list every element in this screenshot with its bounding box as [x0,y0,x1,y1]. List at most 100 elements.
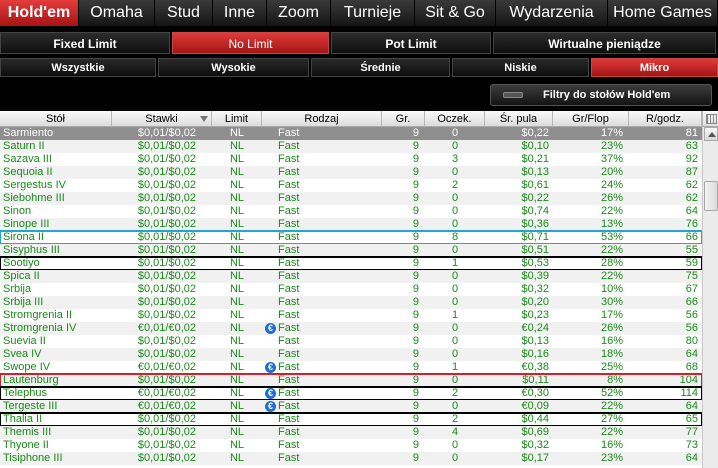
table-row[interactable]: Sarmiento $0,01/$0,02 NL Fast 9 0 $0,22 17% 81 [0,127,702,140]
row-players-flop-text: 16% [600,335,623,347]
row-type: Fast [262,348,382,361]
scroll-up-icon[interactable] [704,127,718,141]
table-row[interactable]: Saturn II $0,01/$0,02 NL Fast 9 0 $0,10 23% 63 [0,140,702,153]
row-players-flop-text: 25% [600,361,623,373]
tab-turnieje[interactable]: Turnieje [331,0,415,26]
tab-omaha[interactable]: Omaha [79,0,155,26]
row-type-text: Fast [278,270,300,282]
tab-sit-and-go[interactable]: Sit & Go [415,0,496,26]
table-row[interactable]: Sequoia II $0,01/$0,02 NL Fast 9 0 $0,13 20% 87 [0,166,702,179]
table-row[interactable]: Sinope III $0,01/$0,02 NL Fast 9 0 $0,36 13% 76 [0,218,702,231]
col-players[interactable]: Gr. [382,111,425,127]
col-limit[interactable]: Limit [212,111,262,127]
row-name: Sergestus IV [0,179,112,192]
tab-zoom[interactable]: Zoom [267,0,331,26]
table-row[interactable]: Srbija III $0,01/$0,02 NL Fast 9 0 $0,20 30% 66 [0,296,702,309]
row-hands-hour: 64 [629,205,702,218]
table-row[interactable]: Svea IV $0,01/$0,02 NL Fast 9 0 $0,16 18% 64 [0,348,702,361]
row-players-flop: 37% [553,153,629,166]
row-type: Fast [262,192,382,205]
tab-no-limit[interactable]: No Limit [172,32,329,54]
row-name: Stromgrenia IV [0,322,112,335]
row-waiting-text: 3 [451,153,459,165]
table-row[interactable]: Sazava III $0,01/$0,02 NL Fast 9 3 $0,21 37% 92 [0,153,702,166]
column-chooser-icon[interactable] [702,111,718,127]
table-row[interactable]: Sisyphus III $0,01/$0,02 NL Fast 9 0 $0,51 22% 5… [0,244,702,257]
table-row[interactable]: Swope IV €0,01/€0,02 NL € Fast 9 1 €0,38 25% 68 [0,361,702,374]
table-row[interactable]: Thalia II $0,01/$0,02 NL Fast 9 2 $0,44 27% 65 [0,412,703,427]
row-type-text: Fast [278,322,300,334]
row-players-flop-text: 22% [600,426,623,438]
tab-niskie[interactable]: Niskie [452,58,589,77]
row-type-text: Fast [278,309,300,321]
row-limit-text: NL [229,452,245,464]
col-table[interactable]: Stół [0,111,112,127]
row-players-text: 9 [412,348,419,360]
row-limit-text: NL [229,218,245,230]
row-players: 9 [382,218,425,231]
row-players-flop-text: 37% [600,153,623,165]
table-row[interactable]: Siebohme III $0,01/$0,02 NL Fast 9 0 $0,22 26% 6… [0,192,702,205]
row-limit-text: NL [229,387,245,399]
col-hands-hour[interactable]: R/godz. [629,111,702,127]
table-row[interactable]: Suevia II $0,01/$0,02 NL Fast 9 0 $0,13 16% 80 [0,335,702,348]
table-row[interactable]: Telephus €0,01/€0,02 NL € Fast 9 2 €0,30 52% 114 [0,386,703,401]
row-limit: NL [212,335,262,348]
row-stakes: $0,01/$0,02 [112,309,212,322]
table-row[interactable]: Srbija $0,01/$0,02 NL Fast 9 0 $0,32 10% 67 [0,283,702,296]
scroll-thumb[interactable] [704,181,718,211]
table-row[interactable]: Sirona II $0,01/$0,02 NL Fast 9 8 $0,71 53% 66 [0,230,703,245]
row-players-flop-text: 28% [600,257,623,269]
row-name: Themis III [0,426,112,439]
col-stakes[interactable]: Stawki [112,111,212,127]
row-waiting: 2 [425,387,485,400]
tab-wysokie[interactable]: Wysokie [158,58,309,77]
row-hands-hour: 80 [629,335,702,348]
row-players-text: 9 [412,270,419,282]
tab-wszystkie[interactable]: Wszystkie [0,58,156,77]
col-avg-pot[interactable]: Śr. pula [485,111,553,127]
table-row[interactable]: Spica II $0,01/$0,02 NL Fast 9 0 $0,39 22% 75 [0,270,702,283]
table-row[interactable]: Sergestus IV $0,01/$0,02 NL Fast 9 2 $0,61 24% 6… [0,179,702,192]
table-row[interactable]: Stromgrenia II $0,01/$0,02 NL Fast 9 1 $0,23 17… [0,309,702,322]
tab-fixed-limit[interactable]: Fixed Limit [0,32,170,54]
row-stakes: $0,01/$0,02 [112,192,212,205]
row-players-flop-text: 17% [600,127,623,139]
tab-inne[interactable]: Inne [213,0,267,26]
table-row[interactable]: Sootiyo $0,01/$0,02 NL Fast 9 1 $0,53 28% 59 [0,256,703,271]
col-waiting[interactable]: Oczek. [425,111,485,127]
row-limit-text: NL [229,322,245,334]
table-row[interactable]: Lautenburg $0,01/$0,02 NL Fast 9 0 $0,11 8% 104 [0,373,703,388]
tab-stud[interactable]: Stud [155,0,213,26]
row-players-text: 9 [412,153,419,165]
col-type[interactable]: Rodzaj [262,111,382,127]
tab-home-games[interactable]: Home Games [608,0,718,26]
holdem-filter-button[interactable]: Filtry do stołów Hold'em [490,84,712,106]
table-row[interactable]: Sinon $0,01/$0,02 NL Fast 9 0 $0,74 22% 64 [0,205,702,218]
table-row[interactable]: Tisiphone III $0,01/$0,02 NL Fast 9 0 $0,17 23%… [0,452,702,465]
row-name-text: Sinon [3,205,32,217]
tab-srednie[interactable]: Średnie [311,58,450,77]
col-players-flop[interactable]: Gr/Flop [553,111,629,127]
row-type: Fast [262,335,382,348]
tab-play-money[interactable]: Wirtualne pieniądze [493,32,716,54]
row-limit: NL [212,296,262,309]
tab-mikro[interactable]: Mikro [591,58,718,77]
row-hands-hour: 87 [629,166,702,179]
row-name-text: Sarmiento [3,127,54,139]
row-limit: NL [212,192,262,205]
vertical-scrollbar[interactable] [702,127,718,468]
table-row[interactable]: Themis III $0,01/$0,02 NL Fast 9 4 $0,69 22% 77 [0,426,702,439]
tab-holdem[interactable]: Hold'em [0,0,79,26]
row-players-flop-text: 8% [607,374,623,386]
table-row[interactable]: Stromgrenia IV €0,01/€0,02 NL € Fast 9 0 €0,24 2… [0,322,702,335]
row-waiting: 2 [425,413,485,426]
tab-wydarzenia[interactable]: Wydarzenia [496,0,608,26]
table-row[interactable]: Tergeste III €0,01/€0,02 NL € Fast 9 0 €0,09 22%… [0,400,702,413]
tab-pot-limit[interactable]: Pot Limit [331,32,491,54]
row-waiting: 1 [425,361,485,374]
row-hands-hour: 114 [629,387,702,400]
row-avg-pot: $0,13 [485,166,553,179]
row-type: Fast [262,166,382,179]
table-row[interactable]: Thyone II $0,01/$0,02 NL Fast 9 0 $0,32 16% 73 [0,439,702,452]
